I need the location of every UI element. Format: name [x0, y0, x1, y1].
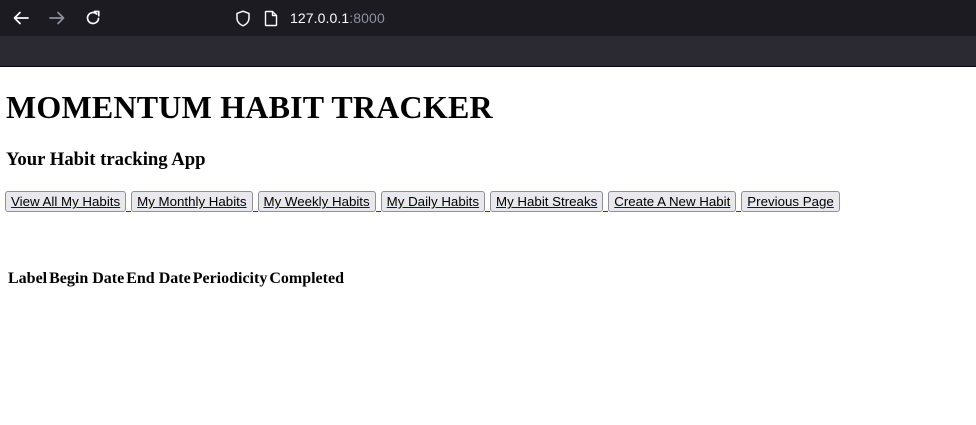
view-all-habits-link[interactable]: View All My Habits [5, 191, 127, 212]
page-subtitle: Your Habit tracking App [6, 149, 206, 170]
weekly-habits-button[interactable]: My Weekly Habits [257, 191, 376, 212]
shield-icon[interactable] [234, 9, 252, 27]
column-header-begin-date: Begin Date [49, 270, 125, 287]
url-text[interactable]: 127.0.0.1:8000 [290, 10, 385, 26]
back-arrow-icon[interactable] [9, 6, 33, 30]
habits-table: Label Begin Date End Date Periodicity Co… [6, 267, 346, 291]
nav-button-row: View All My Habits My Monthly Habits My … [5, 191, 840, 212]
daily-habits-button[interactable]: My Daily Habits [380, 191, 486, 212]
create-habit-button[interactable]: Create A New Habit [608, 191, 737, 212]
daily-habits-link[interactable]: My Daily Habits [380, 191, 486, 212]
previous-page-link[interactable]: Previous Page [741, 191, 840, 212]
monthly-habits-button[interactable]: My Monthly Habits [131, 191, 253, 212]
create-habit-link[interactable]: Create A New Habit [608, 191, 737, 212]
page-content: MOMENTUM HABIT TRACKER Your Habit tracki… [0, 67, 976, 425]
browser-chrome: 127.0.0.1:8000 [0, 0, 976, 67]
monthly-habits-link[interactable]: My Monthly Habits [131, 191, 253, 212]
column-header-completed: Completed [269, 270, 344, 287]
weekly-habits-link[interactable]: My Weekly Habits [257, 191, 376, 212]
page-title: MOMENTUM HABIT TRACKER [6, 89, 493, 125]
forward-arrow-icon[interactable] [45, 6, 69, 30]
url-port: :8000 [349, 10, 385, 26]
reload-icon[interactable] [81, 6, 105, 30]
habit-streaks-button[interactable]: My Habit Streaks [490, 191, 604, 212]
page-icon [262, 9, 280, 27]
url-host: 127.0.0.1 [290, 10, 350, 26]
habit-streaks-link[interactable]: My Habit Streaks [490, 191, 604, 212]
column-header-end-date: End Date [126, 270, 191, 287]
browser-toolbar-lower [0, 36, 976, 66]
previous-page-button[interactable]: Previous Page [741, 191, 840, 212]
table-header-row: Label Begin Date End Date Periodicity Co… [8, 269, 344, 289]
column-header-periodicity: Periodicity [192, 270, 268, 287]
view-all-habits-button[interactable]: View All My Habits [5, 191, 127, 212]
column-header-label: Label [8, 270, 48, 287]
